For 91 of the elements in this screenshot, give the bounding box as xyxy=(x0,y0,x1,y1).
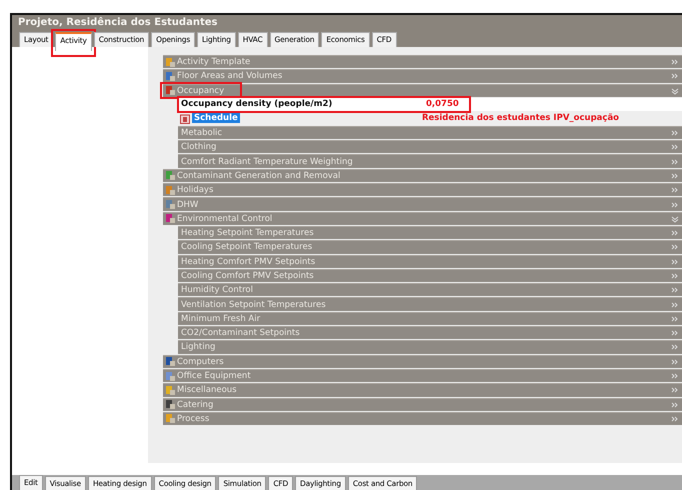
section-header[interactable]: Contaminant Generation and Removal xyxy=(163,168,682,182)
window-title: Projeto, Residência dos Estudantes xyxy=(12,15,682,30)
section-icon xyxy=(165,56,176,68)
double-chevron-icon[interactable] xyxy=(671,186,679,194)
subsection-header[interactable]: Cooling Comfort PMV Setpoints xyxy=(178,268,682,282)
occupancy-density-field[interactable]: Occupancy density (people/m2) 0,0750 xyxy=(178,98,682,111)
section-icon xyxy=(165,413,176,424)
double-chevron-icon[interactable] xyxy=(671,343,679,352)
double-chevron-icon[interactable] xyxy=(671,400,679,409)
double-chevron-icon[interactable] xyxy=(671,414,679,423)
subsection-label: Heating Comfort PMV Setpoints xyxy=(180,256,316,267)
field-value[interactable]: 0,0750 xyxy=(426,99,459,110)
subsection-header[interactable]: Humidity Control xyxy=(178,283,682,296)
section-header[interactable]: Environmental Control xyxy=(163,212,682,225)
subsection-header[interactable]: Ventilation Setpoint Temperatures xyxy=(178,297,682,311)
section-header[interactable]: Catering xyxy=(163,398,682,411)
section-label: Computers xyxy=(176,356,225,367)
section-label: Process xyxy=(176,414,210,424)
subsection-header[interactable]: Heating Setpoint Temperatures xyxy=(178,226,682,240)
subsection-header[interactable]: Metabolic xyxy=(178,126,682,140)
chevron-down-icon[interactable] xyxy=(671,86,679,95)
double-chevron-icon[interactable] xyxy=(671,143,679,152)
section-header[interactable]: Holidays xyxy=(163,183,682,196)
subsection-label: Metabolic xyxy=(180,128,224,138)
section-header[interactable]: Floor Areas and Volumes xyxy=(163,69,682,83)
double-chevron-icon[interactable] xyxy=(671,229,679,238)
section-label: Activity Template xyxy=(176,57,252,68)
section-icon xyxy=(165,370,176,382)
subsection-header[interactable]: CO2/Contaminant Setpoints xyxy=(178,326,682,340)
section-label: Contaminant Generation and Removal xyxy=(176,170,342,181)
double-chevron-icon[interactable] xyxy=(671,72,679,80)
subsection-label: Lighting xyxy=(180,342,216,352)
section-header[interactable]: Office Equipment xyxy=(163,368,682,382)
section-icon xyxy=(165,213,176,224)
subsection-label: Heating Setpoint Temperatures xyxy=(180,228,315,238)
section-label: Holidays xyxy=(176,185,214,196)
double-chevron-icon[interactable] xyxy=(671,372,679,380)
double-chevron-icon[interactable] xyxy=(671,200,679,209)
subsection-label: Ventilation Setpoint Temperatures xyxy=(180,300,327,310)
section-icon xyxy=(165,199,176,210)
subsection-header[interactable]: Lighting xyxy=(178,340,682,354)
subsection-label: Clothing xyxy=(180,142,218,152)
subsection-header[interactable]: Minimum Fresh Air xyxy=(178,312,682,326)
subsection-header[interactable]: Heating Comfort PMV Setpoints xyxy=(178,254,682,268)
subsection-label: Humidity Control xyxy=(180,285,254,296)
section-label: DHW xyxy=(176,200,200,210)
double-chevron-icon[interactable] xyxy=(671,329,679,338)
double-chevron-icon[interactable] xyxy=(671,300,679,309)
double-chevron-icon[interactable] xyxy=(671,386,679,394)
double-chevron-icon[interactable] xyxy=(671,58,679,66)
section-label: Floor Areas and Volumes xyxy=(176,71,284,82)
section-label: Catering xyxy=(176,400,214,410)
double-chevron-icon[interactable] xyxy=(671,314,679,323)
double-chevron-icon[interactable] xyxy=(671,172,679,180)
section-header[interactable]: Activity Template xyxy=(163,55,682,68)
section-header[interactable]: Computers xyxy=(163,354,682,368)
section-header[interactable]: Occupancy xyxy=(163,84,682,97)
subsection-label: CO2/Contaminant Setpoints xyxy=(180,328,301,338)
section-header[interactable]: Process xyxy=(163,412,682,426)
section-label: Occupancy xyxy=(176,86,226,96)
double-chevron-icon[interactable] xyxy=(671,272,679,280)
section-icon xyxy=(165,184,176,196)
section-header[interactable]: DHW xyxy=(163,197,682,211)
double-chevron-icon[interactable] xyxy=(671,129,679,138)
section-icon xyxy=(165,85,176,96)
section-icon xyxy=(165,70,176,82)
subsection-label: Minimum Fresh Air xyxy=(180,314,262,324)
section-icon xyxy=(165,399,176,410)
subsection-header[interactable]: Clothing xyxy=(178,140,682,154)
subsection-label: Comfort Radiant Temperature Weighting xyxy=(180,156,354,167)
double-chevron-icon[interactable] xyxy=(671,358,679,366)
double-chevron-icon[interactable] xyxy=(671,286,679,294)
double-chevron-icon[interactable] xyxy=(671,158,679,166)
subsection-label: Cooling Setpoint Temperatures xyxy=(180,242,314,252)
section-label: Environmental Control xyxy=(176,214,274,224)
schedule-value[interactable]: Residencia dos estudantes IPV_ocupação xyxy=(422,113,620,124)
subsection-header[interactable]: Comfort Radiant Temperature Weighting xyxy=(178,154,682,168)
field-label: Occupancy density (people/m2) xyxy=(180,99,334,110)
chevron-down-icon[interactable] xyxy=(671,214,679,223)
subsection-label: Cooling Comfort PMV Setpoints xyxy=(180,271,315,281)
double-chevron-icon[interactable] xyxy=(671,258,679,266)
subsection-header[interactable]: Cooling Setpoint Temperatures xyxy=(178,240,682,254)
double-chevron-icon[interactable] xyxy=(671,243,679,252)
section-label: Miscellaneous xyxy=(176,385,238,396)
section-icon xyxy=(165,356,176,368)
section-icon xyxy=(165,384,176,396)
section-header[interactable]: Miscellaneous xyxy=(163,383,682,397)
section-label: Office Equipment xyxy=(176,371,252,382)
schedule-icon xyxy=(180,112,190,124)
section-icon xyxy=(165,170,176,182)
schedule-link[interactable]: Schedule xyxy=(192,113,240,124)
